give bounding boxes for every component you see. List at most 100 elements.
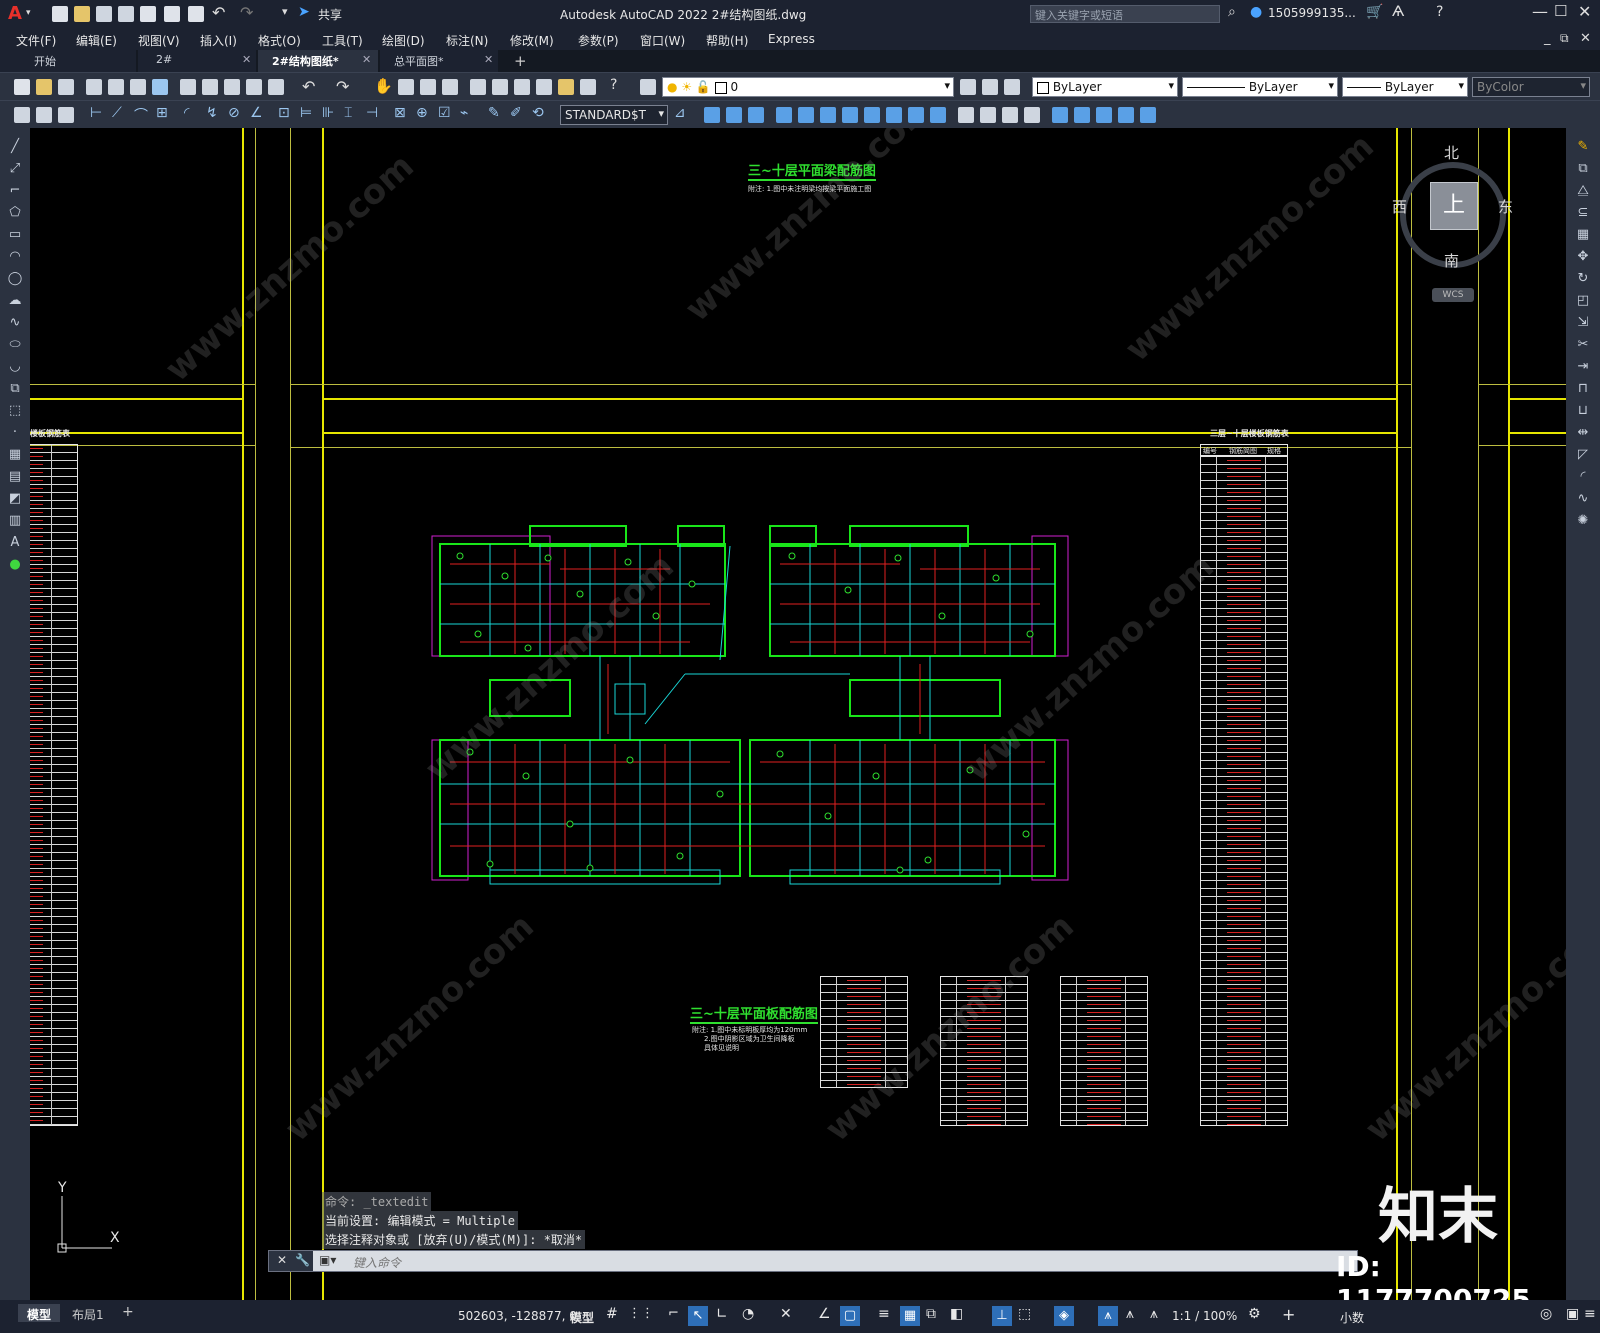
region-icon[interactable]: ◩ — [7, 492, 23, 506]
annotation-monitor-icon[interactable]: + — [1282, 1305, 1295, 1324]
drawing-canvas[interactable]: 三~十层平面梁配筋图 附注: 1.图中未注明梁均按梁平面施工图 三~十层平面板配… — [30, 128, 1566, 1300]
cart-icon[interactable]: 🛒 — [1366, 4, 1383, 20]
radius-dim-icon[interactable]: ◜ — [184, 105, 189, 121]
customization-icon[interactable]: ≡ — [1584, 1306, 1596, 1322]
make-block-icon[interactable]: ⬚ — [7, 404, 23, 418]
angular-dim-icon[interactable]: ∠ — [250, 105, 263, 121]
plot-icon[interactable] — [86, 79, 102, 95]
move-icon[interactable]: ✥ — [1575, 250, 1591, 264]
tab-start[interactable]: 开始 — [0, 50, 136, 72]
spline-icon[interactable]: ∿ — [7, 316, 23, 330]
slice-icon[interactable] — [886, 107, 902, 123]
point-icon[interactable]: · — [7, 426, 23, 440]
auto-scale-icon[interactable]: ⩚ — [1126, 1306, 1134, 1322]
plot-icon[interactable] — [188, 6, 204, 22]
menu-express[interactable]: Express — [768, 32, 815, 46]
arc-icon[interactable]: ◠ — [7, 250, 23, 264]
menu-parametric[interactable]: 参数(P) — [578, 32, 619, 49]
viewcube-north[interactable]: 北 — [1444, 142, 1459, 163]
viewcube-east[interactable]: 东 — [1498, 196, 1513, 217]
cut-icon[interactable] — [180, 79, 196, 95]
menu-edit[interactable]: 编辑(E) — [76, 32, 117, 49]
undo-icon[interactable]: ↶ — [302, 77, 315, 96]
app-menu-caret-icon[interactable]: ▾ — [26, 8, 31, 18]
make-current-icon[interactable] — [960, 79, 976, 95]
modeling-box-icon[interactable] — [704, 107, 720, 123]
dim-update-icon[interactable]: ⟲ — [532, 105, 544, 121]
ellipse-icon[interactable]: ⬭ — [7, 338, 23, 352]
array-icon[interactable]: ▦ — [1575, 228, 1591, 242]
center-mark-icon[interactable]: ⊕ — [416, 105, 428, 121]
loft-icon[interactable] — [864, 107, 880, 123]
tool-palettes-icon[interactable] — [514, 79, 530, 95]
markup-icon[interactable] — [558, 79, 574, 95]
rectangle-icon[interactable]: ▭ — [7, 228, 23, 242]
layout-tab[interactable]: 布局1 — [72, 1306, 104, 1323]
customize-command-icon[interactable]: 🔧 — [295, 1253, 310, 1267]
mirror-icon[interactable]: ⧋ — [1575, 184, 1591, 198]
model-space-button[interactable]: 模型 — [570, 1309, 594, 1326]
ortho-icon[interactable]: ∟ — [716, 1306, 728, 1322]
doc-minimize-icon[interactable]: _ — [1544, 31, 1551, 46]
selection-cycling-icon[interactable]: ⧉ — [926, 1306, 936, 1322]
lineweight-icon[interactable]: ≡ — [878, 1306, 890, 1322]
trim-icon[interactable]: ✂ — [1575, 338, 1591, 352]
autocad-logo[interactable]: A — [8, 3, 22, 24]
redo-icon[interactable]: ↷ — [336, 77, 349, 96]
line-icon[interactable]: ╱ — [7, 140, 23, 154]
layer-dropdown[interactable]: ● ☀ 🔓 0 ▾ — [662, 77, 954, 97]
menu-view[interactable]: 视图(V) — [138, 32, 180, 49]
menu-draw[interactable]: 绘图(D) — [382, 32, 425, 49]
share-button[interactable]: 共享 — [318, 6, 342, 23]
snap-icon[interactable]: ⋮⋮ — [628, 1306, 654, 1321]
revolve-icon[interactable] — [842, 107, 858, 123]
tab-structure-drawing[interactable]: 2#结构图纸* ✕ — [258, 50, 378, 72]
tab-2[interactable]: 2# ✕ — [138, 50, 256, 72]
menu-insert[interactable]: 插入(I) — [200, 32, 237, 49]
maximize-icon[interactable]: ☐ — [1554, 2, 1567, 20]
union-icon[interactable] — [726, 107, 742, 123]
explode-icon[interactable]: ✺ — [1575, 514, 1591, 528]
zoom-window-icon[interactable] — [420, 79, 436, 95]
presspull-icon[interactable] — [798, 107, 814, 123]
ucs-previous-icon[interactable] — [1096, 107, 1112, 123]
continue-dim-icon[interactable]: ⊪ — [322, 105, 334, 121]
ucs-world-icon[interactable] — [1074, 107, 1090, 123]
ordinate-dim-icon[interactable]: ⊞ — [156, 105, 168, 121]
stretch-icon[interactable]: ⇲ — [1575, 316, 1591, 330]
layer-properties-icon[interactable] — [640, 79, 656, 95]
minimize-icon[interactable]: — — [1532, 2, 1548, 21]
color-dropdown[interactable]: ByLayer ▾ — [1032, 77, 1178, 97]
ucs-object-icon[interactable] — [1140, 107, 1156, 123]
sheet-set-icon[interactable] — [536, 79, 552, 95]
tab-close-icon[interactable]: ✕ — [242, 53, 251, 66]
save-as-icon[interactable] — [118, 6, 134, 22]
close-icon[interactable]: ✕ — [1578, 2, 1591, 21]
jogged-linear-icon[interactable]: ⌁ — [460, 105, 468, 121]
annotation-scale-icon[interactable]: ⩚ — [1150, 1306, 1158, 1322]
aligned-dim-icon[interactable]: ⟋ — [112, 105, 122, 121]
realistic-style-icon[interactable] — [1002, 107, 1018, 123]
layer-state-icon[interactable] — [1004, 79, 1020, 95]
viewcube-south[interactable]: 南 — [1444, 250, 1459, 271]
jogged-dim-icon[interactable]: ↯ — [206, 105, 218, 121]
copy-object-icon[interactable]: ⧉ — [1575, 162, 1591, 176]
break-at-point-icon[interactable]: ⊓ — [1575, 382, 1591, 396]
arc-length-icon[interactable]: ⌒ — [134, 105, 148, 125]
hidden-style-icon[interactable] — [980, 107, 996, 123]
pan-icon[interactable]: ✋ — [374, 77, 393, 95]
dim-space-icon[interactable]: ⌶ — [344, 105, 352, 121]
viewcube-face-top[interactable]: 上 — [1430, 182, 1478, 230]
match-properties-icon[interactable] — [246, 79, 262, 95]
open-file-icon[interactable] — [74, 6, 90, 22]
new-file-icon[interactable] — [52, 6, 68, 22]
doc-restore-icon[interactable]: ⧉ — [1560, 31, 1569, 46]
transparency-icon[interactable]: ▦ — [900, 1306, 920, 1326]
baseline-dim-icon[interactable]: ⊨ — [300, 105, 312, 121]
quick-dim-icon[interactable]: ⊡ — [278, 105, 290, 121]
ucs-face-icon[interactable] — [1118, 107, 1134, 123]
conceptual-style-icon[interactable] — [1024, 107, 1040, 123]
dynamic-ucs-icon[interactable]: ⊥ — [992, 1306, 1012, 1326]
offset-icon[interactable]: ⊆ — [1575, 206, 1591, 220]
polyline-icon[interactable]: ⌐ — [7, 184, 23, 198]
